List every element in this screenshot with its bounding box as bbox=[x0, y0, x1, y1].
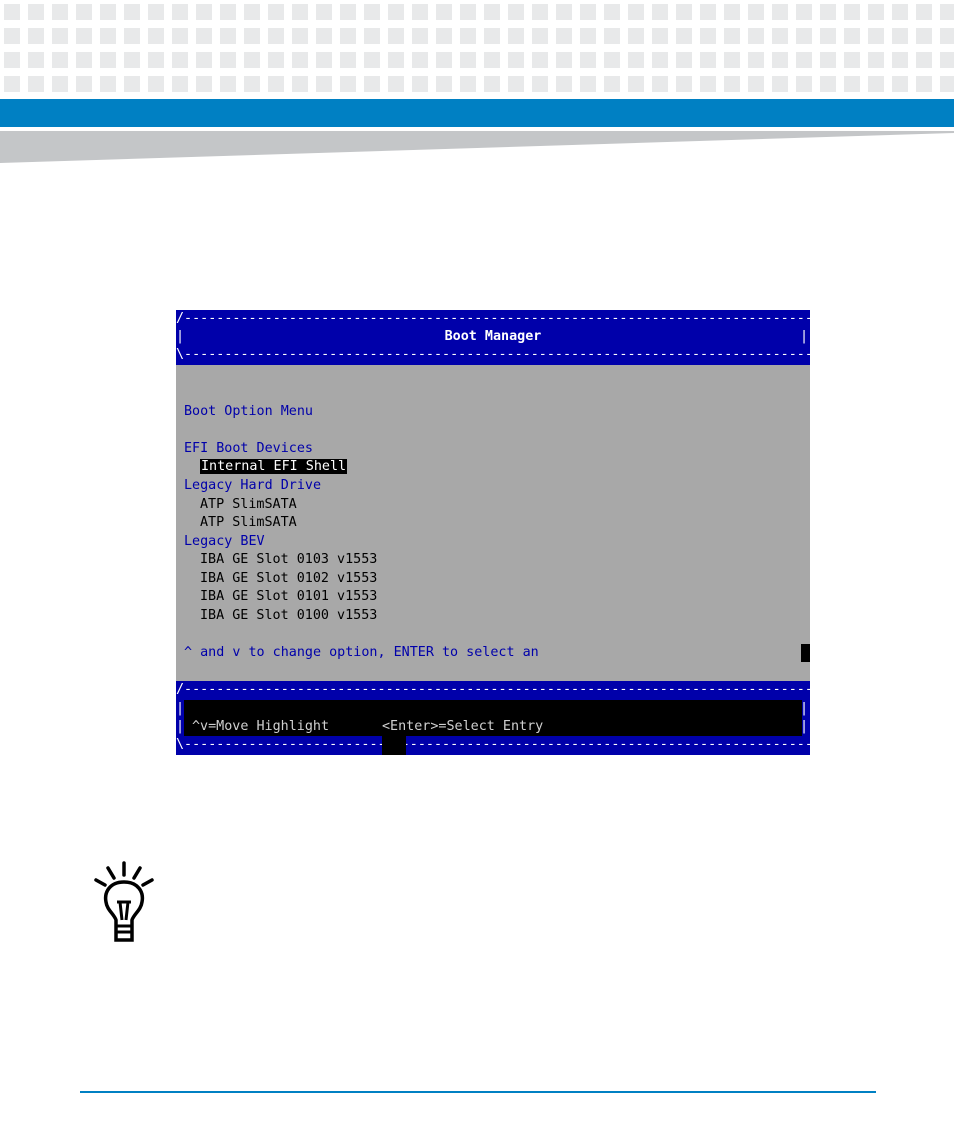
terminal-header: /---------------------------------------… bbox=[176, 310, 810, 365]
footer-border-top: /---------------------------------------… bbox=[176, 682, 810, 697]
footer-left-bar: | bbox=[176, 701, 185, 716]
group-label-efi: EFI Boot Devices bbox=[184, 441, 313, 456]
group-label-legacy-bev: Legacy BEV bbox=[184, 534, 265, 549]
footer-select-hint: <Enter>=Select Entry bbox=[382, 719, 544, 734]
group-label-legacy-hdd: Legacy Hard Drive bbox=[184, 478, 322, 493]
footer-right-bar: | bbox=[799, 701, 808, 716]
boot-manager-screen: /---------------------------------------… bbox=[176, 310, 810, 755]
header-blue-band bbox=[0, 99, 954, 127]
boot-option-atp-2[interactable]: ATP SlimSATA bbox=[200, 514, 297, 533]
boot-option-iba-0101[interactable]: IBA GE Slot 0101 v1553 bbox=[200, 588, 377, 607]
boot-option-iba-0102[interactable]: IBA GE Slot 0102 v1553 bbox=[200, 570, 377, 589]
footer-rule bbox=[80, 1091, 876, 1093]
menu-heading: Boot Option Menu bbox=[184, 404, 313, 419]
terminal-footer: /---------------------------------------… bbox=[176, 681, 810, 755]
footer-right-bar-2: | bbox=[799, 719, 808, 734]
boot-option-atp-1[interactable]: ATP SlimSATA bbox=[200, 496, 297, 515]
boot-option-iba-0103[interactable]: IBA GE Slot 0103 v1553 bbox=[200, 551, 377, 570]
header-border-top: /---------------------------------------… bbox=[176, 311, 810, 326]
boot-option-iba-0100[interactable]: IBA GE Slot 0100 v1553 bbox=[200, 607, 377, 626]
help-text: ^ and v to change option, ENTER to selec… bbox=[184, 645, 539, 660]
selected-option[interactable]: Internal EFI Shell bbox=[200, 459, 348, 474]
header-border-bottom: \---------------------------------------… bbox=[176, 347, 810, 362]
text-cursor bbox=[801, 644, 810, 662]
footer-move-hint: ^v=Move Highlight bbox=[192, 719, 330, 734]
header-grey-wedge bbox=[0, 131, 954, 163]
footer-border-bottom: \---------------------------------------… bbox=[176, 737, 810, 752]
footer-left-bar-2: | bbox=[176, 719, 185, 734]
terminal-title: Boot Manager bbox=[444, 329, 542, 344]
footer-gap bbox=[382, 736, 406, 755]
header-dot-pattern bbox=[0, 0, 954, 96]
boot-option-internal-efi-shell[interactable]: Internal EFI Shell bbox=[200, 458, 348, 477]
lightbulb-icon bbox=[94, 861, 154, 942]
header-right-bar: | bbox=[799, 329, 808, 344]
